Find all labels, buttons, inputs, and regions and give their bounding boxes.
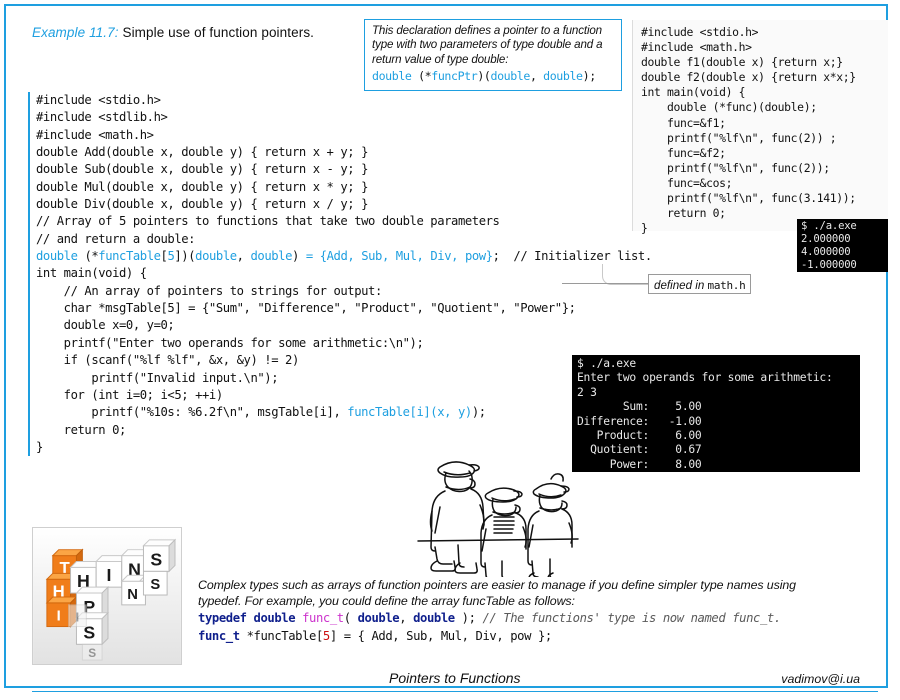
declaration-line-3: return value of type double: (372, 52, 509, 66)
code-line: #include <math.h> (36, 127, 154, 142)
code-line: double Add(double x, double y) { return … (36, 145, 369, 160)
math-callout-mono: math.h (707, 279, 746, 292)
code-line: double Div(double x, double y) { return … (36, 197, 369, 212)
code-line: printf("Invalid input.\n"); (36, 370, 279, 385)
svg-text:S: S (150, 577, 160, 593)
footer-email: vadimov@i.ua (781, 672, 860, 686)
code-line: double f1(double x) {return x;} (641, 55, 843, 70)
svg-text:I: I (57, 609, 61, 625)
code-line: int main(void) { (36, 266, 147, 281)
terminal-line: $ ./a.exe (801, 220, 857, 232)
code-line: func=&f2; (641, 145, 726, 160)
svg-text:I: I (107, 565, 112, 585)
code-line-functable-decl: double (*funcTable[5])(double, double) =… (36, 249, 652, 264)
code-line: printf("Enter two operands for some arit… (36, 335, 424, 350)
terminal-line: -1.000000 (801, 259, 857, 271)
svg-text:N: N (127, 587, 138, 603)
svg-text:S: S (150, 549, 162, 569)
people-illustration (417, 461, 579, 577)
code-line: double Mul(double x, double y) { return … (36, 179, 369, 194)
terminal-line: 2 3 (577, 385, 597, 399)
terminal-line: 4.000000 (801, 246, 851, 258)
code-line: double f2(double x) {return x*x;} (641, 70, 856, 85)
code-line: for (int i=0; i<5; ++i) (36, 387, 224, 402)
svg-text:S: S (88, 646, 96, 660)
code-line: printf("%lf\n", func(2)) ; (641, 130, 837, 145)
terminal-line: Enter two operands for some arithmetic: (577, 371, 833, 385)
code-line: #include <math.h> (641, 40, 752, 55)
code-line-printf-call: printf("%10s: %6.2f\n", msgTable[i], fun… (36, 405, 486, 420)
callout-leader-line (562, 283, 648, 284)
page-title: Example 11.7: Simple use of function poi… (32, 25, 314, 40)
code-line: #include <stdio.h> (36, 93, 161, 107)
code-line: if (scanf("%lf %lf", &x, &y) != 2) (36, 353, 300, 368)
declaration-callout: This declaration defines a pointer to a … (364, 19, 622, 91)
code-line: // Array of 5 pointers to functions that… (36, 214, 500, 229)
hints-code-line-1: typedef double func_t( double, double );… (198, 611, 781, 626)
terminal-line: Difference: -1.00 (577, 414, 702, 428)
terminal-output-large: $ ./a.exe Enter two operands for some ar… (572, 355, 860, 472)
hints-paragraph-line-2: typedef. For example, you could define t… (198, 593, 575, 608)
code-line: char *msgTable[5] = {"Sum", "Difference"… (36, 301, 576, 316)
terminal-line: Quotient: 0.67 (577, 443, 702, 457)
declaration-code: double (*funcPtr)(double, double); (372, 68, 596, 83)
terminal-line: 2.000000 (801, 233, 851, 245)
code-line: #include <stdio.h> (641, 25, 759, 39)
func-t-type: func_t (302, 611, 344, 626)
code-line: func=&cos; (641, 175, 733, 190)
math-callout-text: defined in (654, 279, 708, 292)
code-line: func=&f1; (641, 115, 726, 130)
secondary-code-panel: #include <stdio.h> #include <math.h> dou… (632, 20, 888, 235)
callout-leader-curve (602, 264, 649, 285)
terminal-line: Power: 8.00 (577, 457, 702, 471)
hints-code-line-2: func_t *funcTable[5] = { Add, Sub, Mul, … (198, 629, 552, 644)
code-line: double (*func)(double); (641, 100, 817, 115)
declaration-line-2: type with two parameters of type double … (372, 38, 603, 52)
hints-tips-blocks-image: T H I H I N N S S P S I S (32, 527, 182, 665)
example-description: Simple use of function pointers. (118, 25, 315, 40)
svg-text:I: I (76, 610, 80, 625)
declaration-line-1: This declaration defines a pointer to a … (372, 24, 602, 37)
hints-paragraph-line-1: Complex types such as arrays of function… (198, 578, 796, 592)
hints-text-block: Complex types such as arrays of function… (198, 578, 878, 645)
hints-code-comment: // The functions' type is now named func… (482, 611, 781, 626)
example-label: Example 11.7: (32, 25, 119, 40)
terminal-line: Sum: 5.00 (577, 400, 702, 414)
slide-frame: Example 11.7: Simple use of function poi… (4, 4, 888, 692)
code-line: // An array of pointers to strings for o… (36, 283, 383, 298)
code-line: // and return a double: (36, 231, 196, 246)
code-line: double Sub(double x, double y) { return … (36, 162, 369, 177)
code-line: double x=0, y=0; (36, 318, 175, 333)
code-line: #include <stdlib.h> (36, 110, 168, 125)
terminal-line: Product: 6.00 (577, 429, 702, 443)
math-h-callout: defined in math.h (648, 274, 752, 294)
typedef-keyword: typedef double (198, 611, 303, 626)
code-line: int main(void) { (641, 85, 746, 100)
footer-divider (32, 691, 878, 692)
code-line: printf("%lf\n", func(2)); (641, 160, 830, 175)
terminal-line: $ ./a.exe (577, 357, 636, 370)
code-line: return 0; (36, 422, 127, 437)
main-code-listing: #include <stdio.h> #include <stdlib.h> #… (28, 92, 652, 457)
terminal-output-small: $ ./a.exe 2.000000 4.000000 -1.000000 (797, 219, 888, 272)
footer-title: Pointers to Functions (389, 670, 521, 686)
code-line: printf("%lf\n", func(3.141)); (641, 191, 856, 206)
